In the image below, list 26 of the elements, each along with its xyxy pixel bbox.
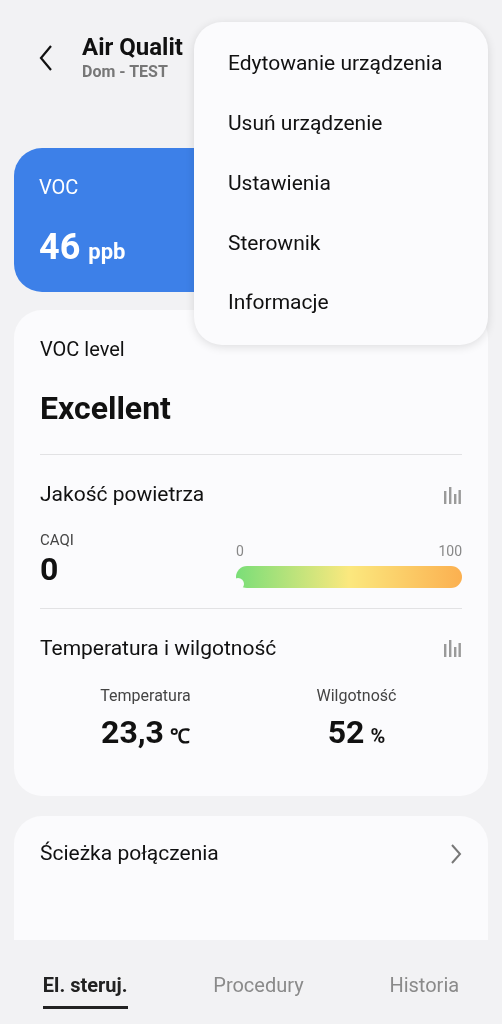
reading-unit: % [370, 723, 386, 750]
device-location: Dom - TEST [82, 61, 169, 83]
caqi-label: CAQI [40, 529, 74, 551]
reading-unit: ℃ [169, 723, 190, 750]
reading-label: Wilgotność [316, 685, 397, 707]
tab[interactable]: El. steruj. [42, 970, 128, 1009]
reading-label: Temperatura [100, 685, 191, 707]
voc-value: 46 [39, 225, 81, 270]
voc-level-value: Excellent [40, 388, 172, 429]
bar-chart-icon[interactable] [442, 638, 462, 659]
connection-card[interactable]: Ścieżka połączenia [14, 816, 488, 940]
connection-title: Ścieżka połączenia [40, 840, 219, 867]
scale-min: 0 [236, 541, 244, 561]
reading-value: 23,3 [101, 712, 164, 753]
voc-unit: ppb [88, 238, 126, 266]
menu-item[interactable]: Edytowanie urządzenia [194, 46, 488, 106]
section-title: Temperatura i wilgotność [40, 634, 277, 662]
caqi-value: 0 [40, 551, 60, 587]
back-icon[interactable] [38, 44, 54, 72]
section-title: Jakość powietrza [40, 481, 205, 508]
reading-value: 52 [327, 712, 365, 753]
scale-max: 100 [438, 541, 462, 561]
device-title: Air Qualit [82, 33, 183, 61]
bar-chart-icon[interactable] [442, 484, 462, 505]
voc-level-label: VOC level [40, 336, 126, 363]
chevron-right-icon[interactable] [450, 842, 462, 865]
